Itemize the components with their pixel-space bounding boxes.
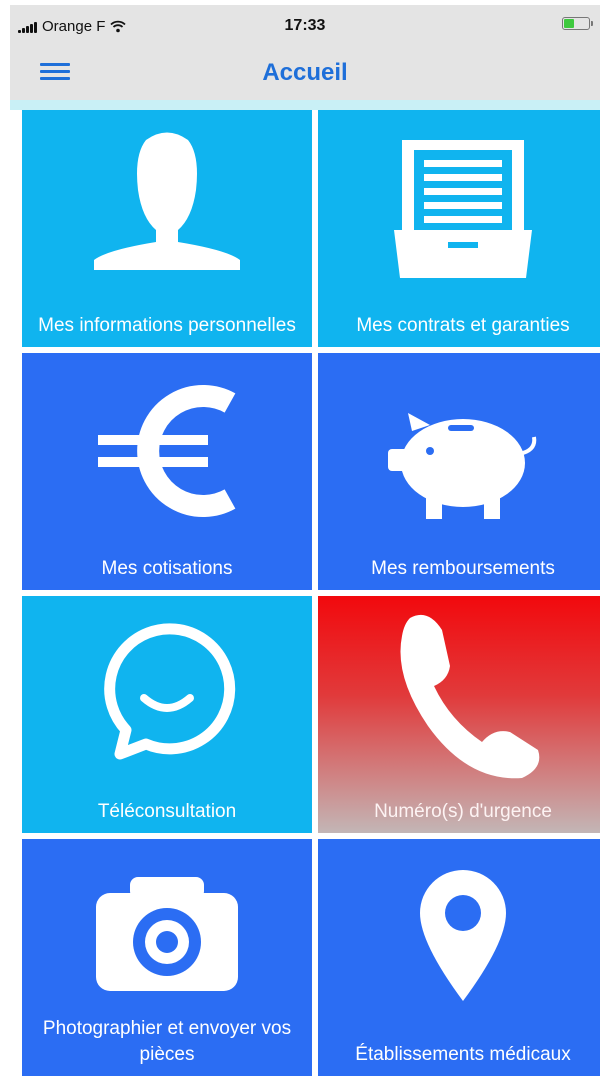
piggy-bank-icon (388, 413, 537, 519)
status-time: 17:33 (284, 17, 326, 34)
tile-contributions[interactable]: Mes cotisations (22, 353, 312, 590)
tile-reimbursements[interactable]: Mes remboursements (318, 353, 600, 590)
tile-label: Numéro(s) d'urgence (374, 801, 552, 822)
tile-personal-info[interactable]: Mes informations personnelles (22, 110, 312, 347)
tile-emergency-numbers[interactable]: Numéro(s) d'urgence (318, 596, 600, 833)
phone-icon (400, 614, 540, 779)
location-pin-icon (420, 870, 506, 1001)
tile-photograph-documents[interactable]: Photographier et envoyer vos pièces (22, 839, 312, 1076)
tile-label: Téléconsultation (97, 801, 237, 822)
file-drawer-icon (394, 140, 532, 278)
user-icon (94, 132, 240, 270)
nav-bar: Accueil (10, 45, 600, 100)
tile-label: Mes contrats et garanties (356, 315, 570, 336)
tile-teleconsultation[interactable]: Téléconsultation (22, 596, 312, 833)
header-separator (10, 100, 600, 110)
tile-contracts[interactable]: Mes contrats et garanties (318, 110, 600, 347)
page-title: Accueil (262, 59, 348, 86)
tile-medical-facilities[interactable]: Établissements médicaux (318, 839, 600, 1076)
tile-label: Mes cotisations (101, 558, 233, 579)
euro-icon (98, 385, 236, 517)
tile-label: Établissements médicaux (355, 1044, 571, 1065)
tile-label: Photographier et envoyer vos pièces (42, 1018, 292, 1065)
status-bar: Orange F 17:33 (10, 5, 600, 45)
camera-icon (96, 877, 238, 991)
tile-label: Mes remboursements (371, 558, 555, 579)
tile-label: Mes informations personnelles (38, 315, 296, 336)
chat-smile-icon (104, 623, 236, 760)
battery-icon (562, 17, 593, 30)
